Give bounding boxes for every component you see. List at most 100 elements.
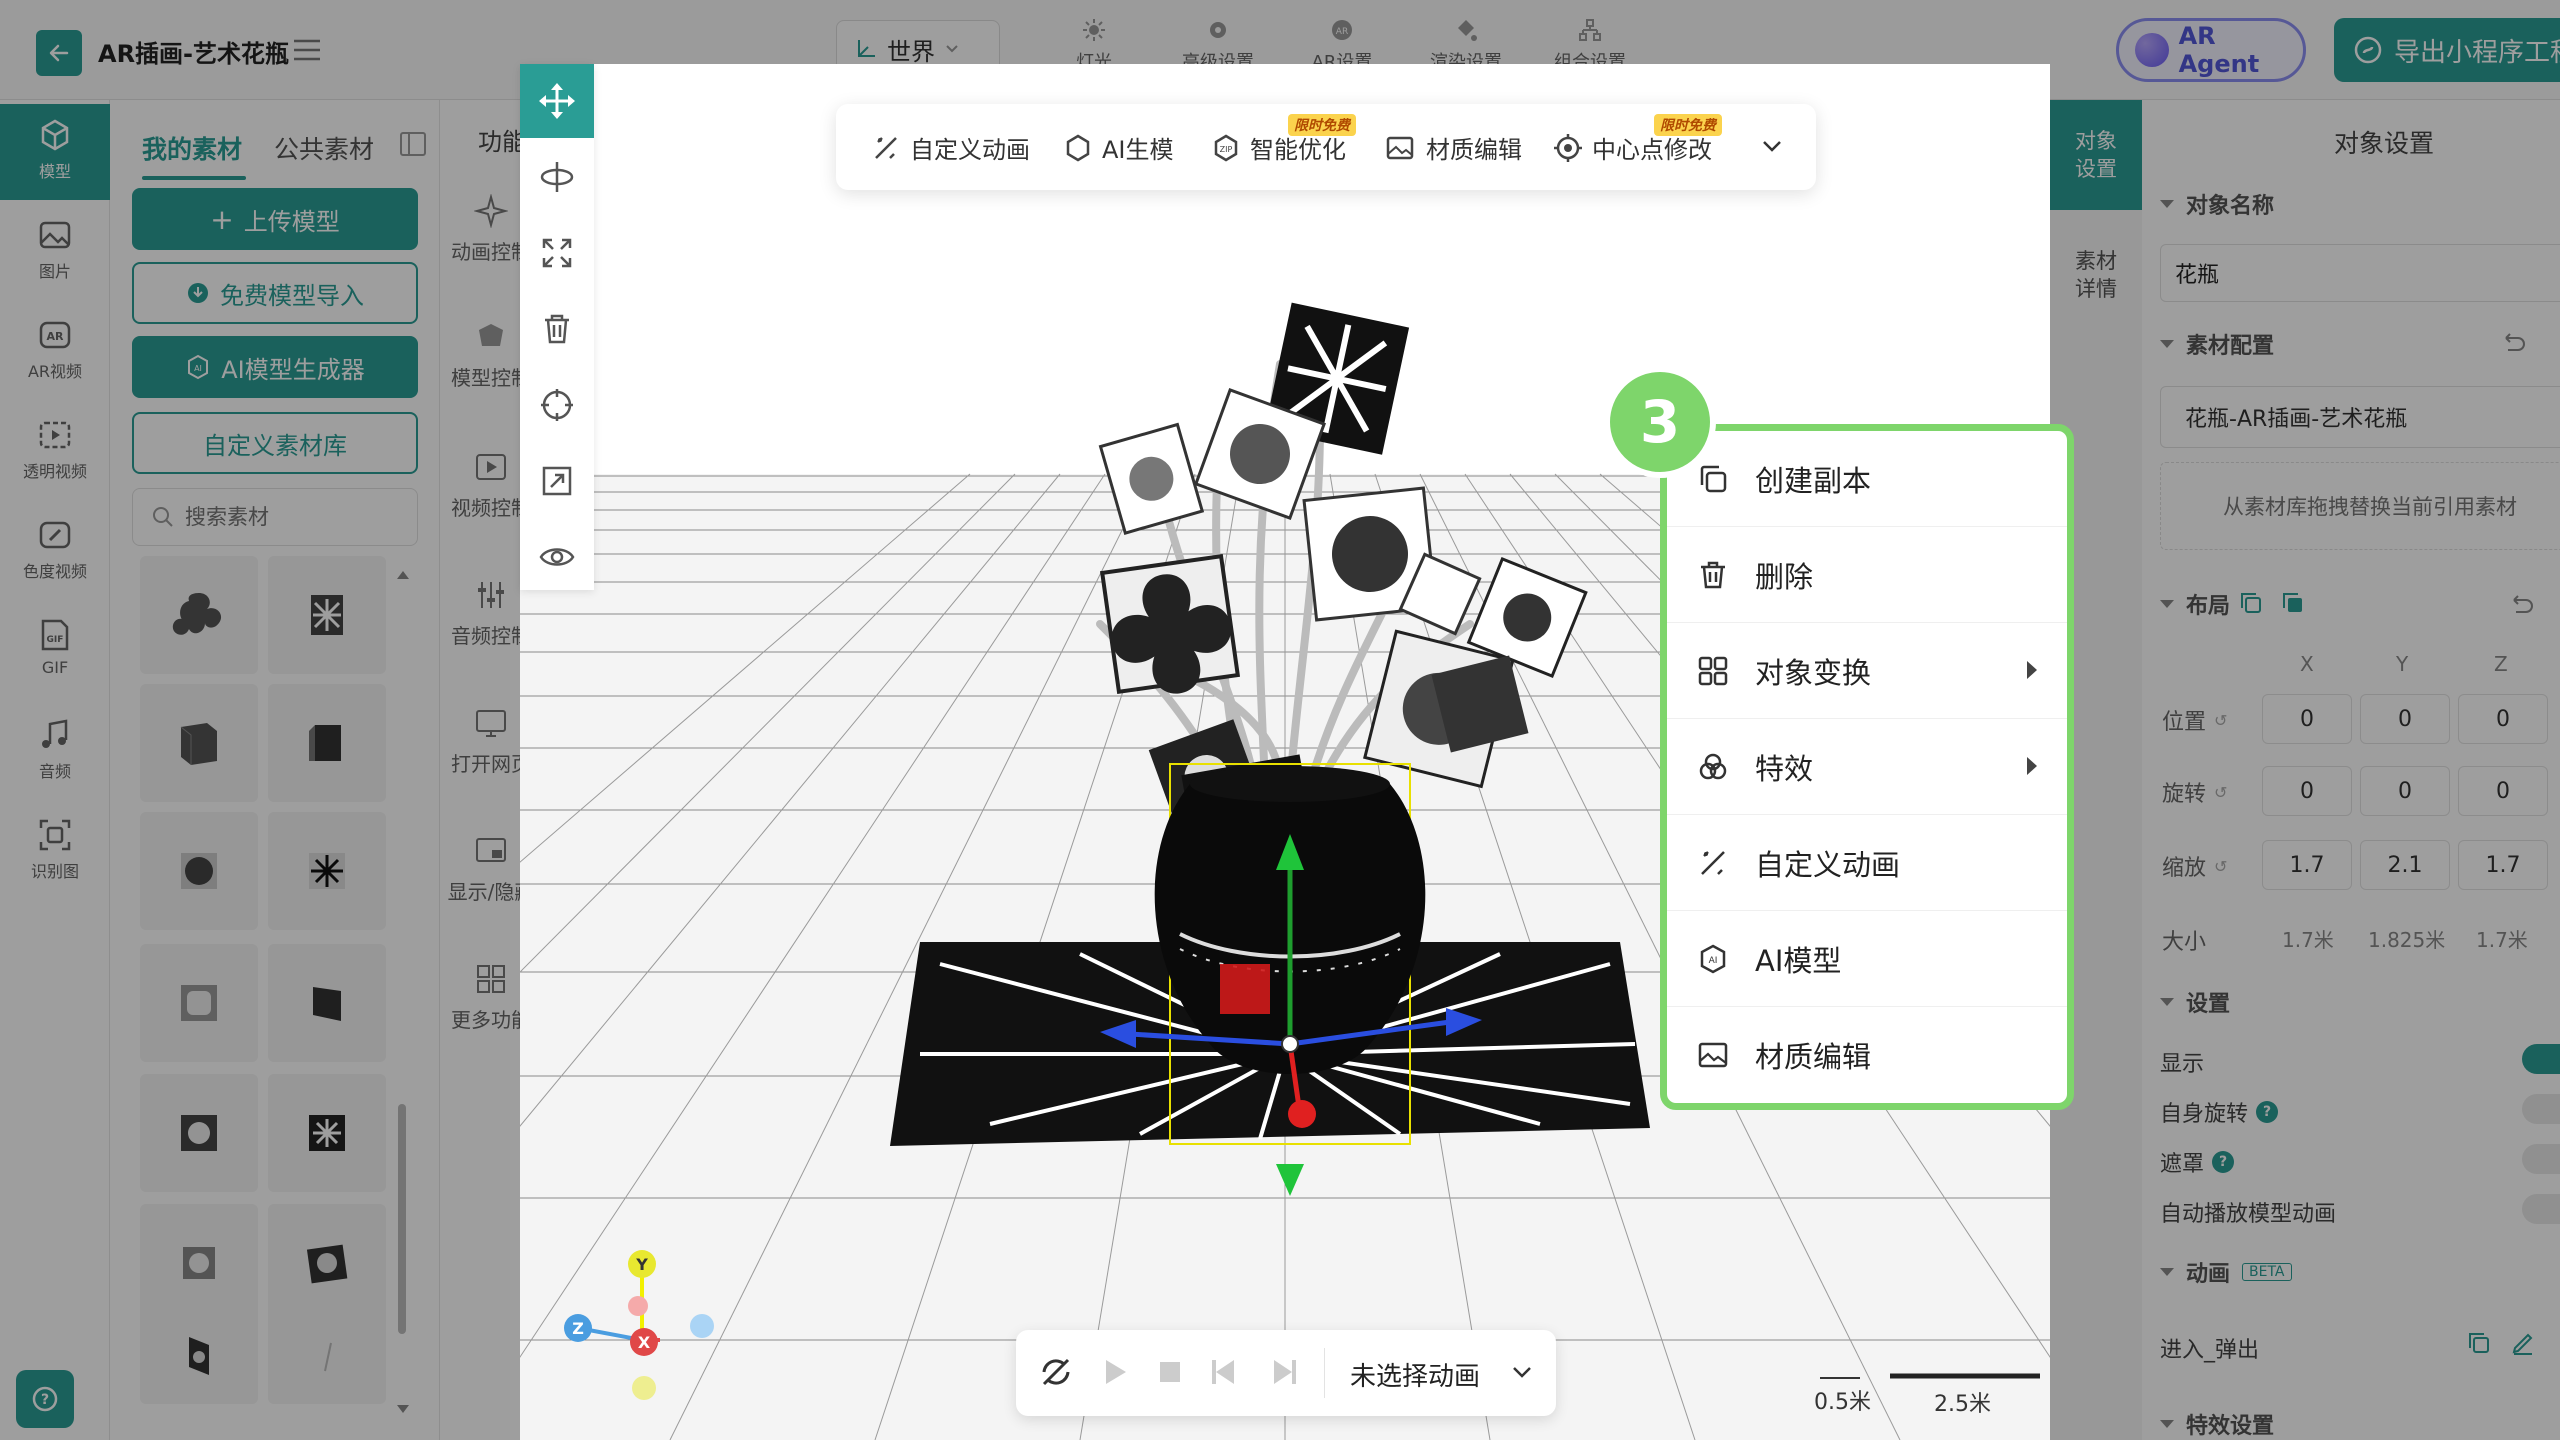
material-thumb[interactable] [268,556,386,674]
menu-item-material-edit[interactable]: 材质编辑 [1667,1007,2067,1103]
menu-item-transform[interactable]: 对象变换 [1667,623,2067,719]
autoplay-toggle[interactable] [2522,1194,2560,1224]
object-name-input[interactable]: 花瓶 [2160,244,2560,302]
position-y-input[interactable]: 0 [2360,694,2450,744]
collapse-panel-icon[interactable] [400,132,426,156]
section-settings[interactable]: 设置 [2160,986,2230,1018]
menu-item-effects[interactable]: 特效 [1667,719,2067,815]
material-thumb[interactable] [268,812,386,930]
rail-item-chroma-video[interactable]: 色度视频 [0,504,110,600]
scale-y-input[interactable]: 2.1 [2360,840,2450,890]
copy-icon[interactable] [2238,590,2264,616]
rail-item-image[interactable]: 图片 [0,204,110,300]
section-effects[interactable]: 特效设置 [2160,1408,2274,1440]
fit-tool[interactable] [520,444,594,518]
upload-model-button[interactable]: + 上传模型 [132,188,418,250]
menu-item-duplicate[interactable]: 创建副本 [1667,431,2067,527]
material-thumb[interactable] [268,1204,386,1322]
animation-entry[interactable]: 进入_弹出 [2160,1332,2259,1364]
loop-off-icon[interactable] [1040,1356,1072,1388]
section-object-name[interactable]: 对象名称 [2160,188,2274,220]
search-input[interactable] [185,505,405,529]
rail-item-ar-video[interactable]: AR AR视频 [0,304,110,400]
tab-material-details[interactable]: 素材详情 [2050,220,2142,330]
section-animation[interactable]: 动画 BETA [2160,1256,2292,1288]
visibility-tool[interactable] [520,520,594,594]
focus-tool[interactable] [520,368,594,442]
stop-icon[interactable] [1158,1360,1182,1384]
move-tool[interactable] [520,64,594,138]
next-frame-icon[interactable] [1268,1358,1298,1386]
ai-model-generator-button[interactable]: AI AI模型生成器 [132,336,418,398]
custom-library-button[interactable]: 自定义素材库 [132,412,418,474]
material-drop-zone[interactable]: 从素材库拖拽替换当前引用素材 [2160,462,2560,550]
search-materials[interactable] [132,488,418,546]
menu-item-ai-model[interactable]: AI AI模型 [1667,911,2067,1007]
play-icon[interactable] [1102,1358,1128,1386]
menu-item-custom-animation[interactable]: 自定义动画 [1667,815,2067,911]
divider [1324,1348,1325,1398]
material-edit-tool[interactable]: 材质编辑 [1386,130,1522,165]
chevron-down-icon[interactable] [1512,1366,1532,1380]
material-thumb[interactable] [140,812,258,930]
animation-control-bar: 未选择动画 [1016,1330,1556,1416]
transparent-video-icon [39,421,71,449]
mask-toggle[interactable] [2522,1144,2560,1174]
show-label: 显示 [2160,1052,2205,1077]
material-scrollbar[interactable] [398,1104,406,1334]
rail-item-model[interactable]: 模型 [0,104,110,200]
scale-z-input[interactable]: 1.7 [2458,840,2548,890]
scale-x-input[interactable]: 1.7 [2262,840,2352,890]
material-thumb[interactable] [140,684,258,802]
rail-item-recognize[interactable]: 识别图 [0,804,110,900]
hamburger-icon[interactable] [292,38,322,62]
material-thumb[interactable] [140,1074,258,1192]
move-icon [539,83,575,119]
toolbar-more-icon[interactable] [1762,140,1782,154]
material-thumb[interactable] [268,684,386,802]
rotate-tool[interactable] [520,140,594,214]
section-material-config[interactable]: 素材配置 [2160,328,2274,360]
help-button[interactable]: ? [16,1370,74,1428]
animation-select[interactable]: 未选择动画 [1350,1356,1480,1393]
tab-object-settings[interactable]: 对象设置 [2050,100,2142,210]
copy-icon[interactable] [2466,1330,2492,1356]
material-thumb[interactable] [140,556,258,674]
custom-animation-tool[interactable]: 自定义动画 [872,130,1030,165]
material-thumb[interactable] [140,1204,258,1322]
rail-item-audio[interactable]: 音频 [0,704,110,800]
material-select[interactable]: 花瓶-AR插画-艺术花瓶 [2160,386,2560,448]
material-thumb[interactable] [140,1310,258,1404]
self-rotate-toggle[interactable] [2522,1094,2560,1124]
tab-public-materials[interactable]: 公共素材 [274,130,374,166]
material-thumb[interactable] [140,944,258,1062]
rotation-x-input[interactable]: 0 [2262,766,2352,816]
rail-item-transparent-video[interactable]: 透明视频 [0,404,110,500]
scale-tool[interactable] [520,216,594,290]
free-import-button[interactable]: 免费模型导入 [132,262,418,324]
material-thumb[interactable] [268,1074,386,1192]
back-button[interactable] [36,30,82,76]
position-z-input[interactable]: 0 [2458,694,2548,744]
position-x-input[interactable]: 0 [2262,694,2352,744]
scroll-up-icon[interactable] [396,570,410,580]
ar-agent-button[interactable]: AR Agent [2116,18,2306,82]
material-thumb[interactable] [268,1310,386,1404]
paste-icon[interactable] [2280,590,2306,616]
reset-icon[interactable] [2500,330,2526,354]
prev-frame-icon[interactable] [1210,1358,1240,1386]
scroll-down-icon[interactable] [396,1404,410,1414]
section-layout[interactable]: 布局 [2160,588,2230,620]
show-toggle[interactable] [2522,1044,2560,1074]
tab-my-materials[interactable]: 我的素材 [142,130,242,166]
rotation-z-input[interactable]: 0 [2458,766,2548,816]
material-thumb[interactable] [268,944,386,1062]
edit-icon[interactable] [2510,1330,2536,1356]
delete-tool[interactable] [520,292,594,366]
menu-item-delete[interactable]: 删除 [1667,527,2067,623]
rotation-y-input[interactable]: 0 [2360,766,2450,816]
ai-model-tool[interactable]: AI生模 [1064,130,1174,165]
export-button[interactable]: 导出小程序工程 [2334,18,2560,82]
reset-icon[interactable] [2508,592,2534,616]
rail-item-gif[interactable]: GIF GIF [0,604,110,700]
